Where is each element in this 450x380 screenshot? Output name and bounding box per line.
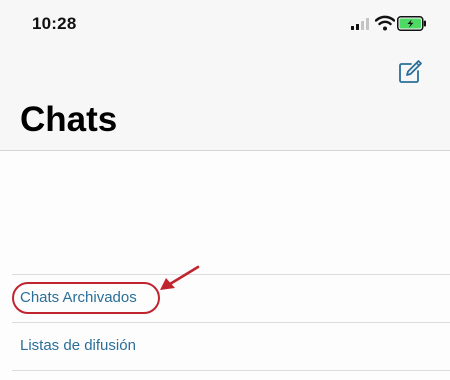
wifi-icon bbox=[375, 15, 395, 31]
list-item-label: Listas de difusión bbox=[20, 337, 136, 354]
signal-icon bbox=[351, 18, 369, 30]
battery-icon bbox=[397, 16, 426, 31]
divider bbox=[12, 322, 450, 323]
list-item-broadcast-lists[interactable]: Listas de difusión bbox=[0, 324, 450, 370]
compose-icon bbox=[399, 60, 422, 83]
list-item-archived-chats[interactable]: Chats Archivados bbox=[0, 276, 450, 322]
divider bbox=[12, 370, 450, 371]
page-title: Chats bbox=[20, 100, 118, 139]
status-time: 10:28 bbox=[32, 14, 77, 33]
divider bbox=[12, 274, 450, 275]
compose-button[interactable] bbox=[396, 58, 424, 86]
list-item-label: Chats Archivados bbox=[20, 289, 137, 306]
top-bar: 10:28 Chats bbox=[0, 0, 450, 150]
screen: 10:28 Chats Chats Archivados Listas de d… bbox=[0, 0, 450, 380]
